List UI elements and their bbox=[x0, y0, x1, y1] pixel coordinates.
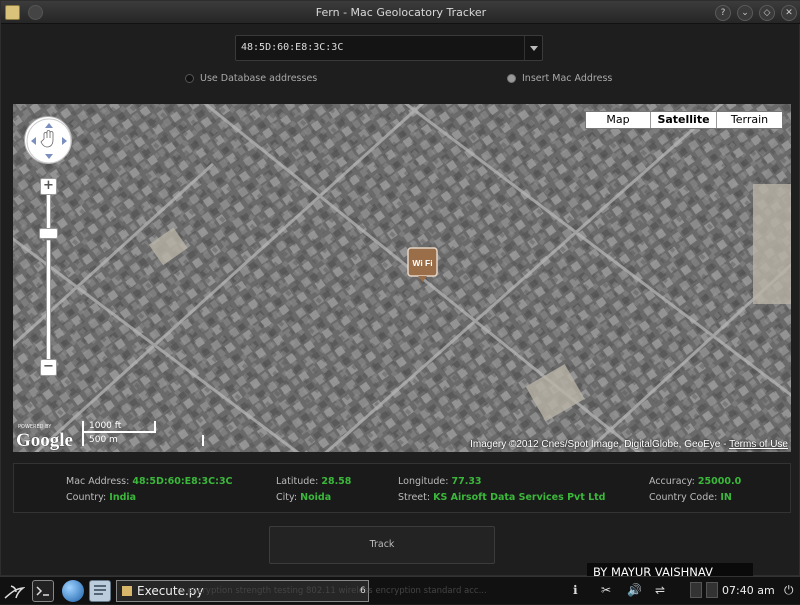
street-row: Street: KS Airsoft Data Services Pvt Ltd bbox=[398, 492, 606, 503]
city-row: City: Noida bbox=[276, 492, 331, 503]
script-icon bbox=[122, 586, 132, 596]
country-row: Country: India bbox=[66, 492, 136, 503]
radio-database-label: Use Database addresses bbox=[200, 72, 318, 84]
country-value: India bbox=[109, 492, 137, 503]
wifi-marker-text: Wi Fi bbox=[412, 258, 432, 268]
map-type-terrain[interactable]: Terrain bbox=[716, 112, 782, 128]
radio-use-database[interactable]: Use Database addresses bbox=[185, 72, 317, 84]
radio-insert-label: Insert Mac Address bbox=[522, 72, 613, 84]
scissors-icon[interactable]: ✂ bbox=[601, 583, 611, 597]
accuracy-value: 25000.0 bbox=[697, 476, 742, 487]
accuracy-label: Accuracy: bbox=[649, 476, 695, 487]
mac-address-value: 48:5D:60:E8:3C:3C bbox=[132, 476, 233, 487]
latitude-label: Latitude: bbox=[276, 476, 319, 487]
info-icon[interactable]: ℹ bbox=[573, 583, 578, 597]
mac-address-combo[interactable]: 48:5D:60:E8:3C:3C bbox=[235, 35, 543, 61]
terminal-icon[interactable] bbox=[32, 580, 54, 602]
chevron-down-icon[interactable] bbox=[524, 36, 542, 60]
mac-address-row: Mac Address: 48:5D:60:E8:3C:3C bbox=[66, 476, 233, 487]
country-code-label: Country Code: bbox=[649, 492, 718, 503]
radio-dot-insert[interactable] bbox=[507, 73, 516, 83]
ticker-badge: 6 bbox=[360, 586, 366, 596]
longitude-label: Longitude: bbox=[398, 476, 449, 487]
pan-control[interactable] bbox=[24, 116, 72, 164]
latitude-row: Latitude: 28.58 bbox=[276, 476, 351, 487]
title-bar: Fern - Mac Geolocatory Tracker ? ⌄ ◇ ✕ bbox=[1, 1, 800, 24]
map-type-map[interactable]: Map bbox=[586, 112, 650, 128]
mac-address-label: Mac Address: bbox=[66, 476, 130, 487]
text-editor-icon[interactable] bbox=[89, 580, 111, 602]
longitude-row: Longitude: 77.33 bbox=[398, 476, 482, 487]
zoom-in-button[interactable]: + bbox=[40, 178, 57, 195]
network-icon[interactable]: ⇌ bbox=[655, 583, 665, 597]
map-type-satellite[interactable]: Satellite bbox=[650, 112, 716, 128]
street-label: Street: bbox=[398, 492, 431, 503]
minimize-button[interactable]: ⌄ bbox=[737, 5, 753, 21]
track-button[interactable]: Track bbox=[269, 526, 495, 564]
radio-dot-database[interactable] bbox=[185, 73, 194, 83]
taskbar: Execute.py s encryption strength testing… bbox=[0, 576, 800, 604]
clock: 07:40 am bbox=[722, 584, 775, 597]
satellite-map[interactable]: + − Map Satellite Terrain Wi Fi POWERED … bbox=[13, 104, 791, 452]
google-logo-text: Google bbox=[16, 430, 73, 451]
scrolling-ticker: s encryption strength testing 802.11 wir… bbox=[180, 586, 487, 596]
scale-m: 500 m bbox=[82, 433, 204, 446]
street-value: KS Airsoft Data Services Pvt Ltd bbox=[433, 492, 606, 503]
terms-of-use-link[interactable]: Terms of Use bbox=[729, 439, 788, 450]
maximize-button[interactable]: ◇ bbox=[759, 5, 775, 21]
result-panel: Mac Address: 48:5D:60:E8:3C:3C Latitude:… bbox=[13, 463, 791, 513]
app-window: Fern - Mac Geolocatory Tracker ? ⌄ ◇ ✕ 4… bbox=[0, 0, 800, 576]
satellite-imagery bbox=[13, 104, 791, 452]
country-label: Country: bbox=[66, 492, 107, 503]
radio-insert-mac[interactable]: Insert Mac Address bbox=[507, 72, 612, 84]
mac-combo-value: 48:5D:60:E8:3C:3C bbox=[241, 42, 344, 53]
pan-arrows-icon bbox=[26, 118, 72, 164]
city-label: City: bbox=[276, 492, 298, 503]
map-type-switcher: Map Satellite Terrain bbox=[585, 111, 783, 129]
browser-globe-icon[interactable] bbox=[62, 580, 84, 602]
google-logo[interactable]: POWERED BY Google bbox=[16, 424, 73, 452]
wifi-marker-icon[interactable]: Wi Fi bbox=[407, 247, 438, 283]
zoom-slider-thumb[interactable] bbox=[39, 228, 58, 241]
close-button[interactable]: ✕ bbox=[781, 5, 797, 21]
city-value: Noida bbox=[300, 492, 332, 503]
longitude-value: 77.33 bbox=[451, 476, 482, 487]
country-code-row: Country Code: IN bbox=[649, 492, 732, 503]
zoom-out-button[interactable]: − bbox=[40, 359, 57, 376]
imagery-credit: Imagery ©2012 Cnes/Spot Image, DigitalGl… bbox=[470, 439, 727, 450]
power-icon[interactable]: ⏻ bbox=[784, 583, 794, 598]
latitude-value: 28.58 bbox=[321, 476, 352, 487]
accuracy-row: Accuracy: 25000.0 bbox=[649, 476, 741, 487]
map-attribution: Imagery ©2012 Cnes/Spot Image, DigitalGl… bbox=[470, 439, 788, 450]
volume-icon[interactable]: 🔊 bbox=[627, 583, 642, 597]
window-title: Fern - Mac Geolocatory Tracker bbox=[315, 6, 487, 19]
country-code-value: IN bbox=[720, 492, 732, 503]
scale-ft: 1000 ft bbox=[82, 421, 156, 433]
workspace-1-icon[interactable] bbox=[690, 582, 702, 598]
dragon-menu-icon[interactable] bbox=[3, 580, 25, 602]
workspace-2-icon[interactable] bbox=[706, 582, 718, 598]
zoom-slider-track[interactable] bbox=[46, 194, 51, 374]
help-button[interactable]: ? bbox=[715, 5, 731, 21]
